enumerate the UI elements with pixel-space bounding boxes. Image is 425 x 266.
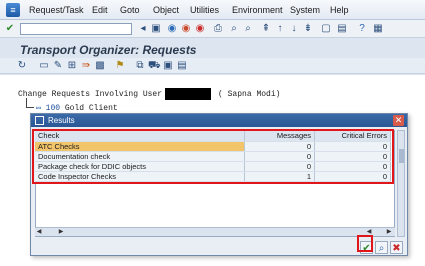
transport-icon[interactable]: ⚑ [114,60,126,72]
system-toolbar: ✔ ◂ ▣ ◉ ◉ ◉ ⎙ ⌕ ⌕ ⇞ ↑ ↓ ⇟ ▢ ▤ ? ▦ [0,20,425,38]
client-number: 100 [45,104,61,113]
previous-page-icon[interactable]: ↑ [274,23,286,35]
last-page-icon[interactable]: ⇟ [302,23,314,35]
menu-edit[interactable]: Edit [92,5,108,15]
table-row[interactable]: ATC Checks 0 0 [35,141,391,152]
history-icon[interactable]: ◂ [137,23,149,35]
create-icon[interactable]: ▭ [38,60,50,72]
check-icon[interactable]: ⊞ [66,60,78,72]
table-row[interactable]: Code Inspector Checks 1 0 [35,171,391,182]
window-icon [35,116,44,125]
cell-critical-errors[interactable]: 0 [314,141,391,152]
back-icon[interactable]: ◉ [166,23,178,35]
tree-header-label: Change Requests Involving User [18,90,163,100]
column-header-critical-errors[interactable]: Critical Errors [314,130,391,142]
dialog-footer: ✔ ⌕ ✖ [31,240,407,256]
confirm-icon[interactable]: ✔ [360,241,373,254]
tree-connector-h [26,107,34,108]
enter-icon[interactable]: ✔ [4,23,16,35]
results-dialog: Results ✕ Check Messages Critical Errors… [30,113,408,256]
column-header-messages[interactable]: Messages [244,130,316,142]
horizontal-scrollbar[interactable]: ◀ ▶ ◀ ▶ [35,227,395,236]
table-row[interactable]: Package check for DDIC objects 0 0 [35,161,391,172]
new-session-icon[interactable]: ▢ [320,23,332,35]
cell-messages[interactable]: 0 [244,141,316,152]
sap-menu-icon[interactable]: ≡ [6,3,20,17]
exit-icon[interactable]: ◉ [180,23,192,35]
client-label: Gold Client [64,104,118,113]
first-page-icon[interactable]: ⇞ [260,23,272,35]
find-icon[interactable]: ⌕ [228,23,240,35]
dialog-title: Results [48,116,75,125]
tree-header: Change Requests Involving User ( Sapna Mo… [18,88,280,100]
find-icon[interactable]: ⌕ [375,241,388,254]
cell-critical-errors[interactable]: 0 [314,161,391,172]
cell-messages[interactable]: 0 [244,161,316,172]
menu-system[interactable]: System [290,5,320,15]
cancel-icon[interactable]: ✖ [390,241,403,254]
results-table: Check Messages Critical Errors ATC Check… [35,130,391,182]
menu-goto[interactable]: Goto [120,5,140,15]
delete-icon[interactable]: ▩ [94,60,106,72]
layout-icon[interactable]: ▦ [372,23,384,35]
scroll-right-small-icon[interactable]: ▶ [57,228,65,236]
client-folder-icon: ▭ [36,104,41,113]
find-next-icon[interactable]: ⌕ [242,23,254,35]
shortcut-icon[interactable]: ▤ [336,23,348,35]
refresh-icon[interactable]: ↻ [16,60,28,72]
scroll-left-small-icon[interactable]: ◀ [365,228,373,236]
redacted-user-name [165,88,212,100]
scroll-thumb[interactable] [399,149,404,163]
menu-object[interactable]: Object [153,5,179,15]
table-header-row: Check Messages Critical Errors [35,130,391,142]
cell-check[interactable]: Package check for DDIC objects [35,161,246,172]
tree-node-client[interactable]: ▭ 100 Gold Client [36,103,118,113]
object-list-icon[interactable]: ⧉ [134,60,146,72]
menu-environment[interactable]: Environment [232,5,283,15]
menu-request-task[interactable]: Request/Task [29,5,84,15]
user-full-name: ( Sapna Modi) [218,90,281,100]
help-icon[interactable]: ? [356,23,368,35]
application-toolbar: ↻ ▭ ✎ ⊞ ⇛ ▩ ⚑ ⧉ ⛟ ▣ ▤ [0,58,425,74]
cell-messages[interactable]: 0 [244,151,316,162]
cell-critical-errors[interactable]: 0 [314,151,391,162]
dialog-title-bar[interactable]: Results ✕ [31,114,407,127]
print-icon[interactable]: ⎙ [212,23,224,35]
cell-check[interactable]: ATC Checks [35,141,246,152]
command-field[interactable] [20,23,132,35]
cell-critical-errors[interactable]: 0 [314,171,391,182]
log-icon[interactable]: ▤ [176,60,188,72]
cell-messages[interactable]: 1 [244,171,316,182]
save-icon[interactable]: ▣ [150,23,162,35]
page-title: Transport Organizer: Requests [20,43,197,57]
display-change-icon[interactable]: ✎ [52,60,64,72]
menu-help[interactable]: Help [330,5,349,15]
scroll-right-icon[interactable]: ▶ [385,228,393,236]
menu-bar: ≡ Request/Task Edit Goto Object Utilitie… [0,0,425,20]
column-header-check[interactable]: Check [35,130,246,142]
menu-utilities[interactable]: Utilities [190,5,219,15]
import-icon[interactable]: ▣ [162,60,174,72]
cancel-icon[interactable]: ◉ [194,23,206,35]
close-icon[interactable]: ✕ [393,115,404,126]
cell-check[interactable]: Code Inspector Checks [35,171,246,182]
cell-check[interactable]: Documentation check [35,151,246,162]
scroll-left-icon[interactable]: ◀ [35,228,43,236]
release-icon[interactable]: ⇛ [80,60,92,72]
truck-icon[interactable]: ⛟ [148,60,161,72]
next-page-icon[interactable]: ↓ [288,23,300,35]
vertical-scrollbar[interactable] [397,130,405,237]
table-row[interactable]: Documentation check 0 0 [35,151,391,162]
